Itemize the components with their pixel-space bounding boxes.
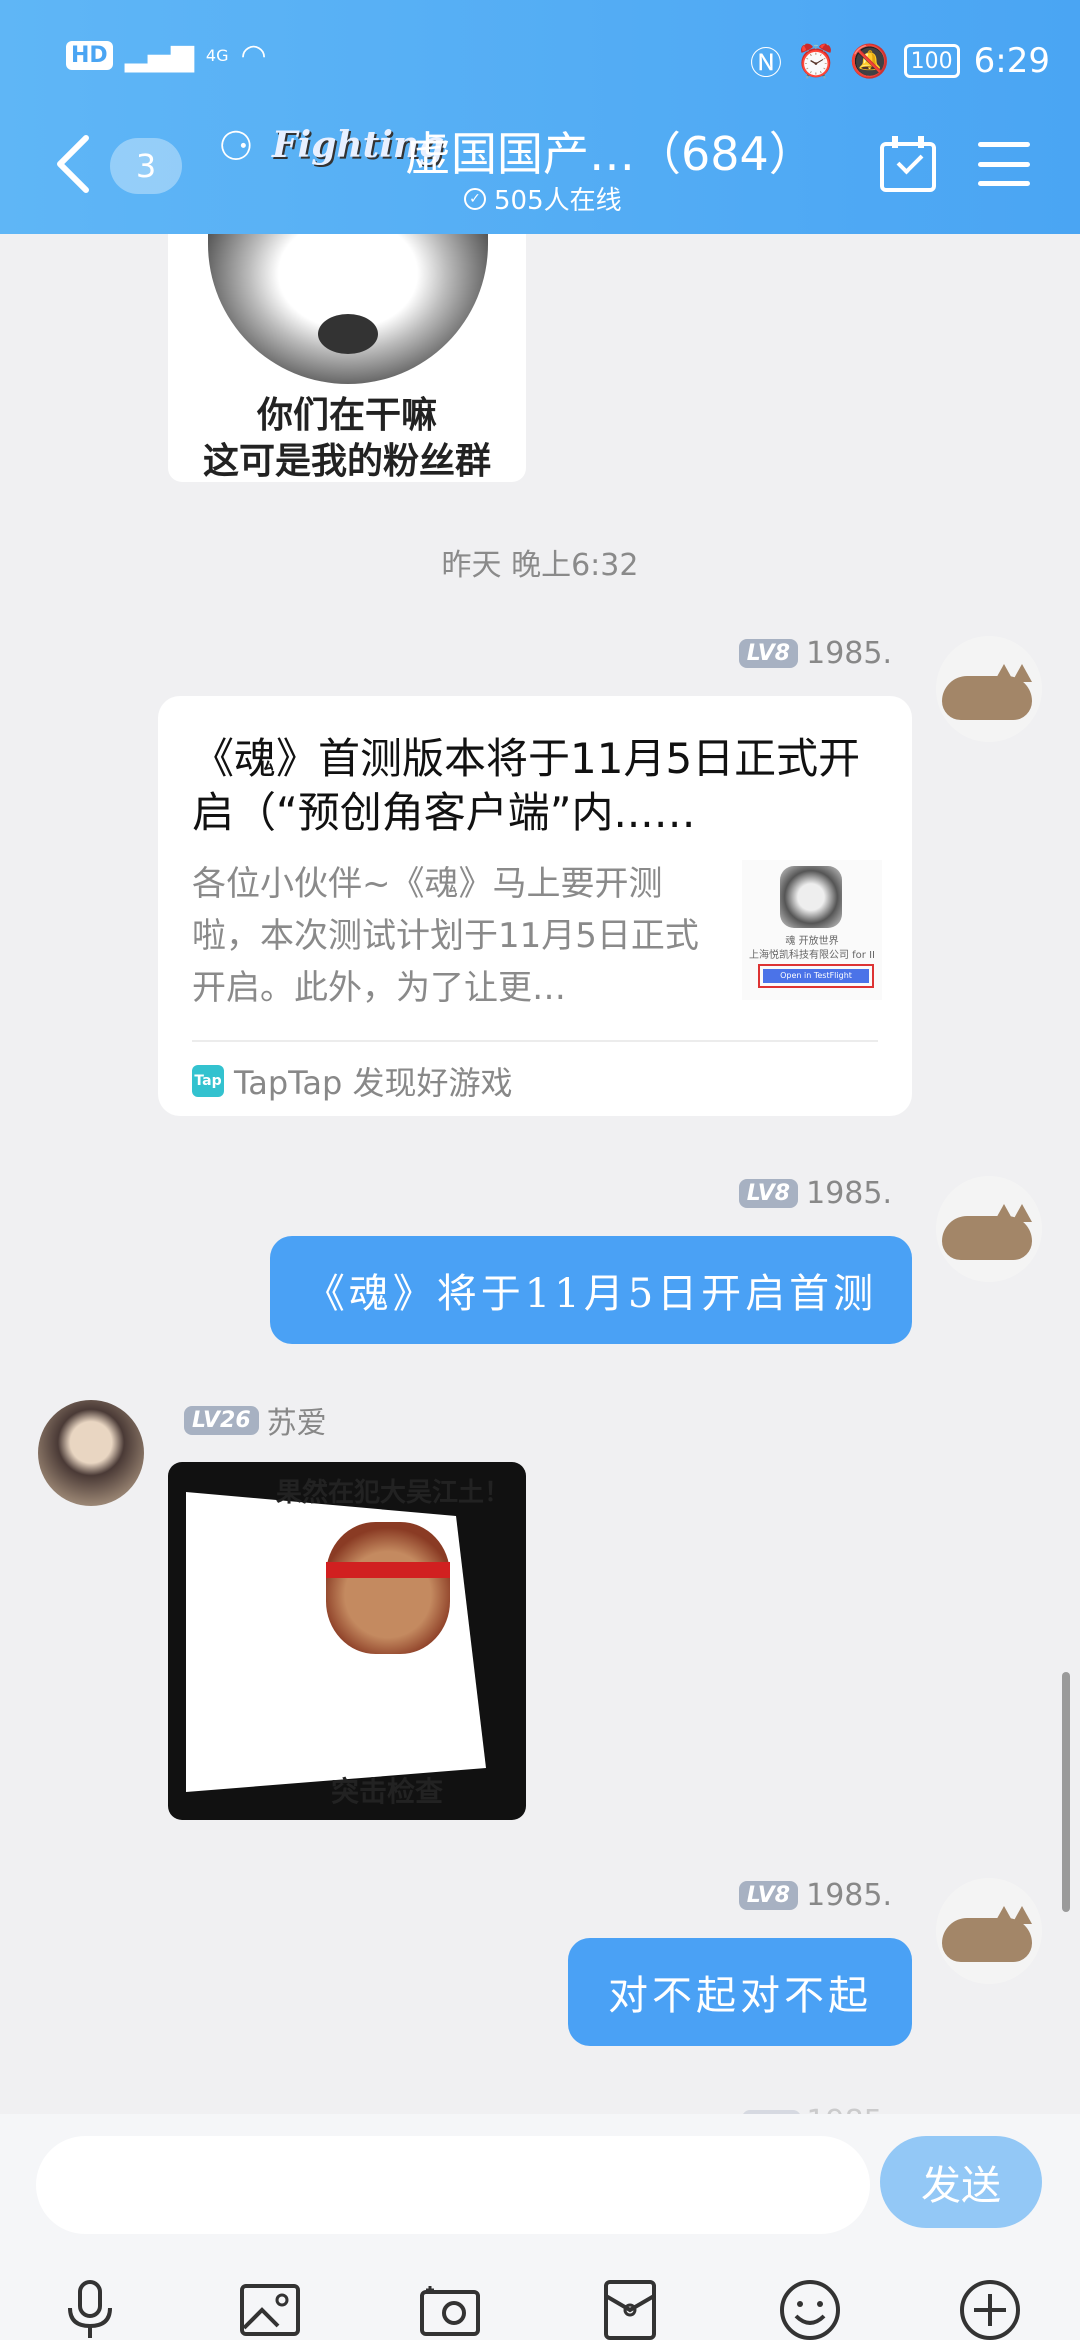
sticker-image[interactable]: 你们在干嘛 这可是我的粉丝群 (168, 234, 526, 482)
divider (192, 1040, 878, 1042)
wifi-icon: ◠ (240, 38, 267, 73)
sender-meta: LV8 1985. (738, 1878, 892, 1913)
online-count[interactable]: ✓ 505人在线 (464, 180, 622, 217)
mute-icon: 🔕 (849, 42, 890, 80)
microphone-icon[interactable] (58, 2278, 122, 2340)
sender-meta: LV8 1985. (738, 636, 892, 671)
card-title: 《魂》首测版本将于11月5日正式开启（“预创角客户端”内...… (192, 734, 861, 837)
thumb-developer: 上海悦凯科技有限公司 for II (748, 950, 875, 961)
thumb-button: Open in TestFlight (758, 964, 874, 988)
sticker-caption: 你们在干嘛 (256, 395, 437, 436)
battery-icon: 100 (903, 44, 960, 78)
avatar[interactable] (936, 1176, 1042, 1282)
chat-header: HD ▂▄▆ 4G ◠ Ⓝ ⏰ 🔕 100 6:29 3 ⚆ Fighting … (0, 0, 1080, 234)
card-thumbnail: 魂 开放世界 上海悦凯科技有限公司 for II Open in TestFli… (742, 860, 882, 1000)
sticker-caption: 果然在犯大吴江土！ (275, 1478, 510, 1508)
alarm-icon: ⏰ (795, 42, 836, 80)
sender-name[interactable]: 1985. (806, 1878, 892, 1913)
network-type: 4G (205, 46, 229, 65)
check-circle-icon: ✓ (464, 187, 486, 210)
avatar[interactable] (936, 1878, 1042, 1984)
avatar[interactable] (38, 1400, 144, 1506)
sender-name[interactable]: 苏爱 (267, 1398, 327, 1442)
link-card[interactable]: 《魂》首测版本将于11月5日正式开启（“预创角客户端”内...… 各位小伙伴~《… (158, 696, 912, 1116)
ear-icon[interactable]: ⚆ (218, 124, 254, 170)
level-badge: LV8 (738, 1881, 799, 1910)
cellular-signal-icon: ▂▄▆ (124, 38, 194, 73)
card-description: 各位小伙伴~《魂》马上要开测啦，本次测试计划于11月5日正式开启。此外，为了让更… (192, 864, 699, 1008)
avatar[interactable] (936, 636, 1042, 742)
level-badge: LV8 (738, 1179, 799, 1208)
message-bubble[interactable]: 对不起对不起 (568, 1938, 912, 2046)
hd-icon: HD (66, 41, 113, 70)
status-bar: HD ▂▄▆ 4G ◠ Ⓝ ⏰ 🔕 100 6:29 (66, 38, 1050, 82)
sticker-image[interactable]: 果然在犯大吴江土！ 突击检查 (168, 1462, 526, 1820)
level-badge: LV26 (184, 1405, 259, 1435)
calendar-check-icon[interactable] (880, 136, 936, 192)
sticker-caption: 这可是我的粉丝群 (202, 441, 491, 482)
sticker-caption: 突击检查 (330, 1775, 443, 1808)
plus-icon[interactable] (958, 2278, 1022, 2340)
scrollbar[interactable] (1062, 1672, 1070, 1912)
thumb-app-name: 魂 开放世界 (785, 936, 839, 947)
message-bubble[interactable]: 《魂》将于11月5日开启首测 (270, 1236, 912, 1344)
sender-name[interactable]: 1985. (806, 636, 892, 671)
image-icon[interactable] (238, 2278, 302, 2340)
emoji-icon[interactable] (778, 2278, 842, 2340)
message-timestamp: 昨天 晚上6:32 (441, 548, 639, 583)
send-button[interactable]: 发送 (880, 2136, 1042, 2228)
app-icon (780, 866, 842, 928)
message-input[interactable] (36, 2136, 870, 2234)
level-badge: LV8 (738, 639, 799, 668)
clock: 6:29 (973, 41, 1050, 81)
unread-count-badge[interactable]: 3 (110, 138, 182, 194)
camera-icon[interactable] (418, 2278, 482, 2340)
group-title[interactable]: 虚国国产…（684） (405, 118, 815, 184)
taptap-icon: Tap (192, 1065, 224, 1097)
card-source: Tap TapTap 发现好游戏 (192, 1058, 513, 1104)
nfc-icon: Ⓝ (749, 44, 782, 82)
back-arrow-icon[interactable] (52, 132, 96, 196)
sender-name[interactable]: 1985. (806, 1176, 892, 1211)
red-packet-icon[interactable] (598, 2278, 662, 2340)
menu-icon[interactable] (978, 142, 1030, 186)
sender-meta: LV26 苏爱 (184, 1398, 327, 1442)
sender-meta: LV8 1985. (738, 1176, 892, 1211)
input-bar: 发送 (0, 2114, 1080, 2340)
